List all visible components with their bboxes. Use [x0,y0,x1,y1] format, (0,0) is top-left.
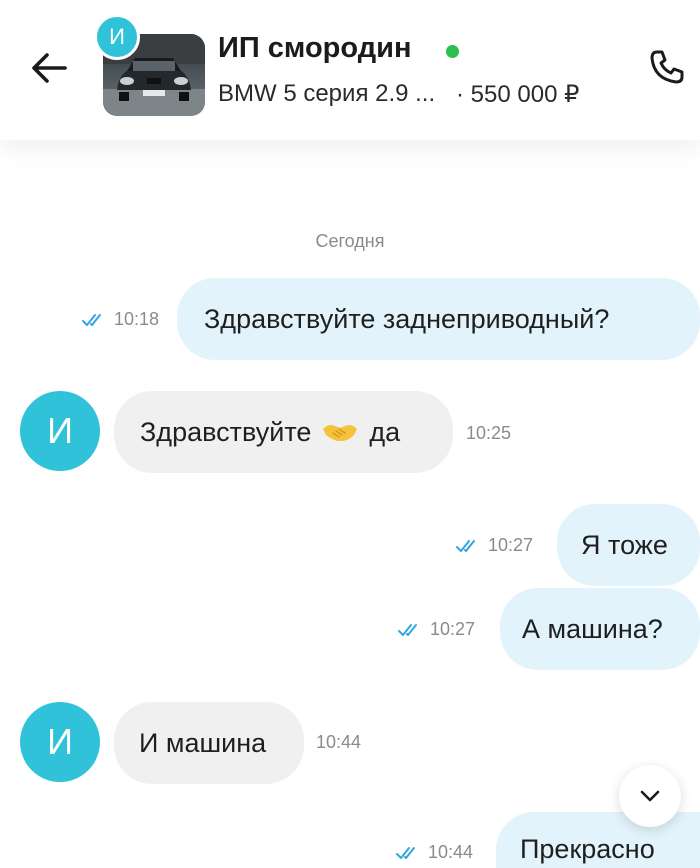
sender-avatar[interactable]: И [20,702,100,782]
message-meta: 10:44 [396,842,473,863]
message-time: 10:44 [316,732,362,752]
listing-price[interactable]: · 550 000 ₽ [456,80,579,109]
message-text: И машина [139,727,267,758]
message-meta: 10:25 [466,423,511,444]
arrow-left-icon [32,53,67,83]
seller-name[interactable]: ИП смородин [218,32,411,65]
message-time: 10:44 [428,842,474,862]
message-time: 10:18 [114,309,160,329]
message-time: 10:27 [430,619,476,639]
message-time: 10:25 [466,423,512,443]
online-status-indicator [446,45,459,58]
message-text: да [369,416,401,447]
call-button[interactable] [644,44,690,90]
double-check-icon [398,623,417,636]
message-text: Здравствуйте заднеприводный? [204,303,610,334]
double-check-icon [396,846,415,859]
phone-icon [650,50,684,84]
message-bubble-outgoing[interactable]: А машина? [500,588,700,670]
message-text: Здравствуйте [140,416,312,447]
chevron-down-icon [640,790,660,802]
handshake-emoji [323,425,358,441]
message-meta: 10:27 [456,535,533,556]
sender-avatar[interactable]: И [20,391,100,471]
message-text: Я тоже [581,529,668,560]
message-bubble-outgoing[interactable]: Я тоже [557,504,700,586]
chat-header: И ИП смородин BMW 5 серия 2.9 ... · 550 … [0,0,700,140]
message-bubble-outgoing[interactable]: Здравствуйте заднеприводный? [177,278,700,360]
message-meta: 10:27 [398,619,475,640]
message-text: А машина? [522,613,663,644]
message-bubble-incoming[interactable]: И машина [114,702,304,784]
message-time: 10:27 [488,535,534,555]
message-meta: 10:18 [82,309,159,330]
message-text: Прекрасно [520,834,655,864]
double-check-icon [82,313,101,326]
double-check-icon [456,539,475,552]
message-bubble-outgoing[interactable]: Прекрасно [496,812,700,868]
message-meta: 10:44 [316,732,361,753]
back-button[interactable] [26,46,72,90]
seller-avatar[interactable]: И [94,14,140,60]
day-separator: Сегодня [315,231,385,251]
listing-title[interactable]: BMW 5 серия 2.9 ... [218,80,435,108]
scroll-to-bottom-button[interactable] [619,765,681,827]
message-bubble-incoming[interactable]: Здравствуйте да [114,391,453,473]
